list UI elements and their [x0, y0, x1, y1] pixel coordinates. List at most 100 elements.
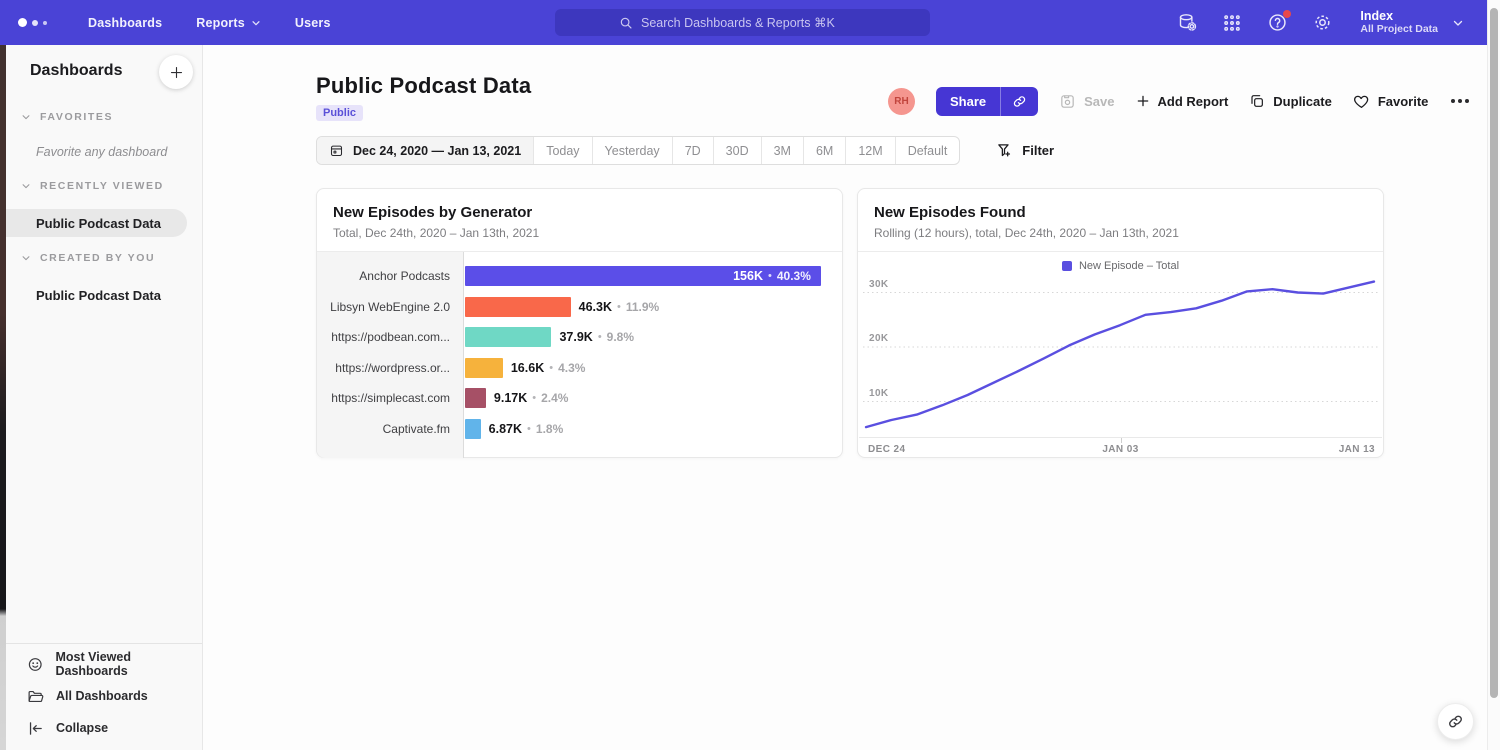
- card-header: New Episodes by Generator Total, Dec 24t…: [317, 189, 842, 252]
- favorite-button[interactable]: Favorite: [1353, 93, 1429, 110]
- preset-today[interactable]: Today: [534, 137, 592, 164]
- visibility-badge: Public: [316, 105, 363, 121]
- card-new-episodes-by-generator: New Episodes by Generator Total, Dec 24t…: [316, 188, 843, 458]
- nav-item-users[interactable]: Users: [295, 16, 331, 30]
- sidebar-item-recent-dashboard[interactable]: Public Podcast Data: [6, 209, 187, 237]
- preset-3m[interactable]: 3M: [762, 137, 804, 164]
- nav-item-reports[interactable]: Reports: [196, 16, 261, 30]
- chart-legend: New Episode – Total: [858, 252, 1383, 276]
- y-tick-label: 20K: [869, 333, 889, 344]
- filter-button[interactable]: Filter: [996, 142, 1054, 159]
- card-header: New Episodes Found Rolling (12 hours), t…: [858, 189, 1383, 252]
- bar-row: https://simplecast.com 9.17K•2.4%: [317, 383, 842, 414]
- line-plot-area[interactable]: 10K20K30K: [863, 276, 1378, 437]
- preset-yesterday[interactable]: Yesterday: [593, 137, 673, 164]
- axis-tick: [1121, 438, 1122, 443]
- filter-funnel-icon: [996, 142, 1013, 159]
- smiley-icon: [27, 656, 43, 673]
- bar-podbean[interactable]: [465, 327, 551, 347]
- add-report-button[interactable]: Add Report: [1136, 94, 1229, 109]
- sidebar-title: Dashboards: [30, 62, 122, 80]
- bar-wordpress[interactable]: [465, 358, 503, 378]
- page-title: Public Podcast Data: [316, 73, 531, 99]
- collapse-icon: [27, 720, 44, 737]
- search-input[interactable]: [641, 16, 866, 30]
- link-icon: [1447, 713, 1464, 730]
- nav-item-dashboards[interactable]: Dashboards: [88, 16, 162, 30]
- link-icon: [1012, 94, 1027, 109]
- page-scrollbar[interactable]: [1487, 0, 1500, 750]
- preset-7d[interactable]: 7D: [673, 137, 714, 164]
- main-content: Public Podcast Data Public RH Share Save…: [204, 45, 1487, 750]
- global-search[interactable]: [555, 9, 930, 36]
- share-split-button: Share: [936, 87, 1038, 116]
- bar-chart: Anchor Podcasts 156K•40.3% Libsyn WebEng…: [317, 252, 842, 458]
- favorites-empty-hint: Favorite any dashboard: [36, 145, 167, 159]
- preset-12m[interactable]: 12M: [846, 137, 895, 164]
- notification-badge: [1283, 10, 1291, 18]
- data-sources-icon[interactable]: [1176, 12, 1198, 34]
- card-title: New Episodes Found: [874, 204, 1367, 221]
- x-axis: DEC 24 JAN 03 JAN 13: [859, 437, 1382, 458]
- date-range-segment[interactable]: Dec 24, 2020 — Jan 13, 2021: [317, 137, 534, 164]
- save-icon: [1059, 93, 1076, 110]
- card-new-episodes-found: New Episodes Found Rolling (12 hours), t…: [857, 188, 1384, 458]
- project-name: Index: [1360, 9, 1438, 23]
- more-options-icon[interactable]: [1449, 95, 1471, 107]
- sidebar-footer-divider: [6, 643, 202, 644]
- x-tick-label: DEC 24: [868, 444, 905, 455]
- preset-default[interactable]: Default: [896, 137, 960, 164]
- preset-6m[interactable]: 6M: [804, 137, 846, 164]
- sidebar-section-recently-viewed[interactable]: RECENTLY VIEWED: [6, 180, 202, 192]
- sidebar-collapse-button[interactable]: Collapse: [6, 715, 202, 741]
- nav-utilities: Index All Project Data: [1176, 0, 1474, 45]
- sidebar-item-created-dashboard[interactable]: Public Podcast Data: [6, 281, 187, 309]
- bar-row: Libsyn WebEngine 2.0 46.3K•11.9%: [317, 292, 842, 323]
- sidebar-section-created-by-you[interactable]: CREATED BY YOU: [6, 252, 202, 264]
- card-subtitle: Total, Dec 24th, 2020 – Jan 13th, 2021: [333, 226, 826, 240]
- help-icon[interactable]: [1266, 12, 1288, 34]
- copy-share-link-button[interactable]: [1000, 87, 1038, 116]
- apps-grid-icon[interactable]: [1221, 12, 1243, 34]
- floating-link-button[interactable]: [1437, 703, 1474, 740]
- bar-simplecast[interactable]: [465, 388, 486, 408]
- line-chart: New Episode – Total 10K20K30K DEC 24 JAN…: [858, 252, 1383, 458]
- project-scope: All Project Data: [1360, 23, 1438, 36]
- bar-row: https://wordpress.or... 16.6K•4.3%: [317, 353, 842, 384]
- duplicate-button[interactable]: Duplicate: [1249, 93, 1332, 109]
- bar-row: https://podbean.com... 37.9K•9.8%: [317, 322, 842, 353]
- primary-nav: Dashboards Reports Users: [88, 16, 331, 30]
- date-filter-bar: Dec 24, 2020 — Jan 13, 2021 Today Yester…: [316, 136, 1054, 165]
- sidebar: Dashboards FAVORITES Favorite any dashbo…: [6, 45, 203, 750]
- search-icon: [619, 16, 633, 30]
- preset-30d[interactable]: 30D: [714, 137, 762, 164]
- page-actions: RH Share Save Add Report Duplicate: [888, 86, 1471, 116]
- project-switcher[interactable]: Index All Project Data: [1360, 9, 1464, 36]
- copy-icon: [1249, 93, 1265, 109]
- plus-icon: [1136, 94, 1150, 108]
- bar-anchor-podcasts[interactable]: 156K•40.3%: [465, 266, 821, 286]
- chevron-down-icon: [21, 181, 31, 191]
- bar-libsyn[interactable]: [465, 297, 571, 317]
- avatar[interactable]: RH: [888, 88, 915, 115]
- calendar-icon: [329, 143, 344, 158]
- y-tick-label: 10K: [869, 388, 889, 399]
- sidebar-item-all-dashboards[interactable]: All Dashboards: [6, 683, 202, 709]
- app-logo-icon[interactable]: [18, 18, 60, 27]
- date-range-control: Dec 24, 2020 — Jan 13, 2021 Today Yester…: [316, 136, 960, 165]
- scrollbar-thumb[interactable]: [1490, 8, 1498, 698]
- bar-captivate[interactable]: [465, 419, 481, 439]
- save-button[interactable]: Save: [1059, 93, 1114, 110]
- bar-row: Captivate.fm 6.87K•1.8%: [317, 414, 842, 445]
- sidebar-item-most-viewed[interactable]: Most Viewed Dashboards: [6, 651, 202, 677]
- x-tick-label: JAN 13: [1339, 444, 1375, 455]
- plus-icon: [169, 65, 184, 80]
- heart-icon: [1353, 93, 1370, 110]
- sidebar-section-favorites[interactable]: FAVORITES: [6, 111, 202, 123]
- add-dashboard-button[interactable]: [159, 55, 193, 89]
- app-window: Dashboards Reports Users: [0, 0, 1500, 750]
- chevron-down-icon: [251, 18, 261, 28]
- share-button[interactable]: Share: [936, 87, 1000, 116]
- settings-gear-icon[interactable]: [1311, 12, 1333, 34]
- chevron-down-icon: [21, 112, 31, 122]
